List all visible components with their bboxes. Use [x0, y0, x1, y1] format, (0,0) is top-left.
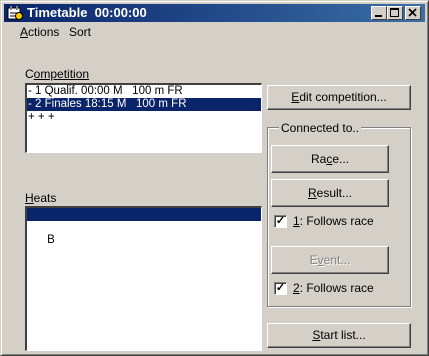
follows-race-2-checkbox[interactable]: ✓ [274, 282, 287, 295]
follows-race-1-checkbox[interactable]: ✓ [274, 215, 287, 228]
race-label-pre: Ra [310, 152, 327, 166]
event-label-pre: E [309, 253, 318, 267]
window-title: Timetable 00:00:00 [27, 5, 147, 20]
start-list-button[interactable]: Start list... [267, 323, 411, 348]
menu-sort-label: Sort [69, 25, 92, 39]
heats-list[interactable]: A8 swimmers B [25, 206, 262, 351]
competition-list[interactable]: - 1 Qualif. 00:00 M 100 m FR - 2 Finales… [25, 83, 262, 153]
heats-label-rest: eats [33, 191, 57, 205]
result-mnemonic: R [307, 186, 317, 200]
follows-race-2-mnemonic: 2 [293, 281, 300, 295]
minimize-button[interactable] [371, 6, 387, 20]
menu-actions-mnemonic: A [20, 25, 29, 39]
heats-label-mnemonic: H [25, 191, 34, 205]
event-label-rest: ent... [323, 253, 351, 267]
timetable-app-icon [7, 6, 23, 20]
connected-to-title: Connected to.. [279, 121, 362, 135]
competition-row-add[interactable]: + + + [27, 111, 261, 124]
follows-race-1-text: : Follows race [299, 214, 374, 228]
menu-actions-label: ctions [28, 25, 60, 39]
follows-race-2-text: : Follows race [299, 281, 374, 295]
close-icon [408, 8, 417, 17]
competition-row-2[interactable]: - 2 Finales 18:15 M 100 m FR [27, 98, 261, 111]
result-button[interactable]: Result... [271, 179, 389, 207]
competition-row-1[interactable]: - 1 Qualif. 00:00 M 100 m FR [27, 85, 261, 98]
follows-race-1-label: 1: Follows race [293, 214, 374, 228]
title-bar[interactable]: Timetable 00:00:00 [4, 4, 425, 22]
competition-label-rest: ompetition [33, 67, 90, 81]
follows-race-2-label: 2: Follows race [293, 281, 374, 295]
heat-name: B [47, 234, 55, 246]
event-button[interactable]: Event... [271, 246, 389, 274]
edit-competition-button[interactable]: Edit competition... [267, 85, 411, 110]
result-label: esult... [316, 186, 353, 200]
maximize-icon [390, 8, 399, 17]
start-list-label: tart list... [320, 328, 366, 342]
maximize-button[interactable] [387, 6, 403, 20]
competition-label-first: C [25, 67, 34, 81]
follows-race-1-mnemonic: 1 [293, 214, 300, 228]
heats-label: Heats [25, 191, 56, 205]
edit-competition-label: dit competition... [299, 90, 387, 104]
menu-sort[interactable]: Sort [69, 25, 91, 39]
race-label-rest: e... [332, 152, 350, 166]
menu-actions[interactable]: Actions [20, 25, 59, 39]
heat-row-b[interactable]: B [27, 221, 261, 246]
minimize-icon [375, 15, 382, 17]
timetable-window: Timetable 00:00:00 Actions Sort Competit… [0, 0, 429, 356]
race-button[interactable]: Race... [271, 145, 389, 173]
menu-bar: Actions Sort [4, 23, 425, 41]
heat-row-a[interactable]: A8 swimmers [27, 208, 261, 233]
competition-label: Competition [25, 67, 89, 81]
close-button[interactable] [405, 6, 421, 20]
